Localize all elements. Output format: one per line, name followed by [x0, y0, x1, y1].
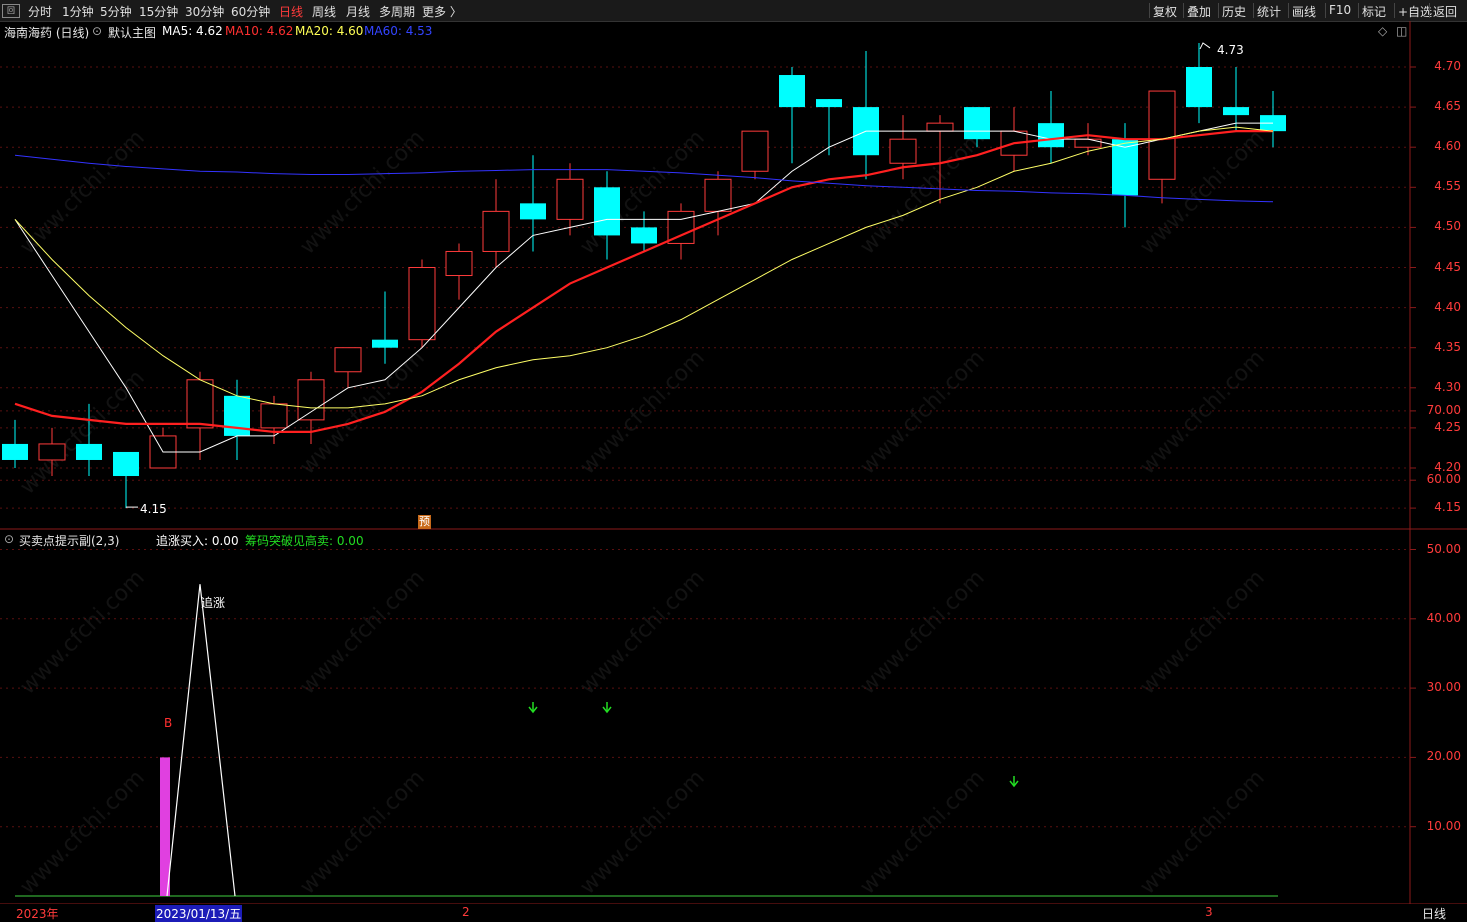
- candle-body-up: [445, 250, 473, 277]
- candle-body-up: [334, 347, 362, 373]
- candle-body-up: [704, 178, 732, 212]
- chip-sell-value: 筹码突破见高卖: 0.00: [245, 534, 364, 548]
- candle-body-down: [594, 187, 620, 236]
- candle-body-down: [1038, 123, 1064, 148]
- candle-body-down: [76, 443, 102, 460]
- buy-mark: B: [164, 716, 173, 730]
- price-tick: 4.30: [1434, 379, 1461, 394]
- candle-body-up: [1148, 90, 1176, 180]
- time-axis: 2023年 2023/01/13/五 2 3 日线: [0, 904, 1467, 922]
- low-price-label: 4.15: [140, 502, 167, 516]
- candle-body-down: [1223, 107, 1249, 116]
- candle-body-up: [1074, 138, 1102, 148]
- period-indicator[interactable]: 日线: [1422, 905, 1446, 922]
- chase-label: 追涨: [201, 596, 226, 610]
- indicator-dropdown-icon[interactable]: ⊙: [4, 532, 14, 546]
- candle-body-up: [482, 210, 510, 252]
- candle-body-up: [38, 443, 66, 461]
- candle-body-up: [741, 130, 769, 172]
- year-label: 2023年: [16, 907, 59, 921]
- candle-body-up: [926, 122, 954, 132]
- candle-body-up: [297, 379, 325, 421]
- candle-body-up: [556, 178, 584, 220]
- candle-body-down: [372, 339, 398, 348]
- candle-body-up: [186, 379, 214, 429]
- ma-line-ma20: [14, 126, 1274, 409]
- price-tick: 4.60: [1434, 139, 1461, 154]
- candle-body-down: [964, 107, 990, 140]
- price-tick: 4.70: [1434, 59, 1461, 73]
- price-tick: 4.25: [1434, 419, 1461, 434]
- price-tick: 4.50: [1434, 219, 1461, 234]
- high-marker: [1199, 42, 1211, 50]
- candle-body-up: [260, 403, 288, 429]
- chase-buy-value: 追涨买入: 0.00: [156, 534, 239, 548]
- price-tick: 4.35: [1434, 339, 1461, 354]
- price-chart[interactable]: [0, 0, 1467, 920]
- indicator-title[interactable]: 买卖点提示副(2,3): [19, 532, 119, 549]
- sub-tick: 50.00: [1426, 541, 1461, 556]
- ma-line-ma60: [14, 154, 1274, 203]
- high-price-label: 4.73: [1217, 43, 1244, 57]
- candle-body-down: [631, 227, 657, 244]
- price-tick: 4.65: [1434, 99, 1461, 114]
- sub-tick: 40.00: [1426, 610, 1461, 625]
- sub-tick: 20.00: [1426, 749, 1461, 764]
- candle-body-up: [408, 267, 436, 341]
- candle-body-down: [2, 443, 28, 460]
- sub-tick: 60.00: [1426, 472, 1461, 487]
- sub-tick: 70.00: [1426, 402, 1461, 417]
- month-2-label: 2: [462, 905, 470, 919]
- candle-body-down: [113, 451, 139, 477]
- month-3-label: 3: [1205, 905, 1213, 919]
- price-tick: 4.55: [1434, 179, 1461, 194]
- forecast-badge[interactable]: 预: [418, 515, 431, 529]
- price-tick: 4.45: [1434, 259, 1461, 274]
- candle-body-up: [889, 138, 917, 164]
- candle-body-down: [816, 99, 842, 108]
- sub-tick: 10.00: [1426, 818, 1461, 833]
- sub-tick: 30.00: [1426, 680, 1461, 695]
- signal-bar: [160, 757, 170, 896]
- chase-line: [166, 584, 236, 897]
- candle-body-down: [779, 75, 805, 108]
- candle-body-down: [520, 203, 546, 220]
- price-tick: 4.40: [1434, 299, 1461, 314]
- cursor-date: 2023/01/13/五: [155, 905, 243, 922]
- price-tick: 4.15: [1434, 500, 1461, 515]
- candle-body-down: [1186, 67, 1212, 108]
